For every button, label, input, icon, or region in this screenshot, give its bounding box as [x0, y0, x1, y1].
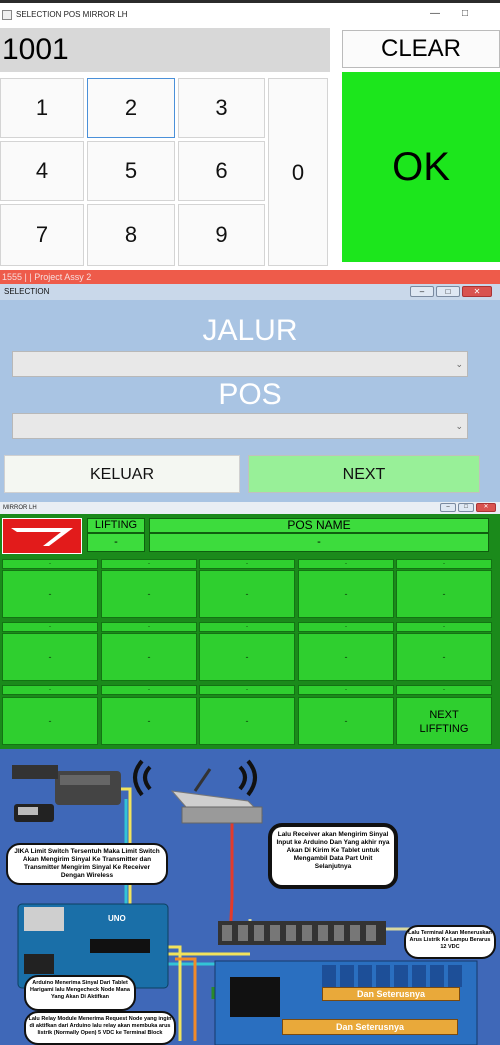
keypad-titlebar: SELECTION POS MIRROR LH — □: [0, 0, 500, 26]
pos-grid-cell[interactable]: -: [298, 697, 394, 745]
ok-button[interactable]: OK: [342, 72, 500, 262]
key-8[interactable]: 8: [87, 204, 175, 266]
grid-cell-label: -: [101, 685, 197, 695]
selection-window: 1555 | | Project Assy 2 SELECTION – □ ✕ …: [0, 270, 500, 502]
receiver-bubble: Lalu Receiver akan Mengirim Sinyal Input…: [272, 827, 394, 885]
brand-logo-icon: [11, 528, 73, 546]
terminal-block-icon: [218, 921, 386, 945]
jalur-label: JALUR: [202, 314, 298, 347]
arrow-band-bottom: Dan Seterusnya: [282, 1019, 458, 1035]
terminal-bubble: Lalu Terminal Akan Meneruskan Arus Listr…: [404, 925, 496, 959]
board-label: UNO: [108, 914, 126, 923]
grid-cell-label: -: [2, 559, 98, 569]
key-6[interactable]: 6: [178, 141, 265, 201]
pos-grid-cell[interactable]: -: [298, 570, 394, 618]
wiring-diagram: JIKA Limit Switch Tersentuh Maka Limit S…: [0, 749, 500, 1045]
key-2[interactable]: 2: [87, 78, 175, 138]
key-4[interactable]: 4: [0, 141, 84, 201]
grid-cell-label: -: [396, 685, 492, 695]
keluar-button[interactable]: KELUAR: [4, 455, 240, 493]
grid-cell-label: -: [199, 622, 295, 632]
pos-grid-cell[interactable]: -: [2, 633, 98, 681]
grid-cell-label: -: [101, 622, 197, 632]
mirror-window: MIRROR LH – □ ✕ LIFTING - POS NAME - ---…: [0, 502, 500, 749]
key-0[interactable]: 0: [268, 78, 328, 266]
pos-grid-cell[interactable]: -: [199, 570, 295, 618]
key-1[interactable]: 1: [0, 78, 84, 138]
pos-grid-cell[interactable]: -: [101, 570, 197, 618]
pos-dropdown[interactable]: ⌄: [12, 413, 468, 439]
grid-cell-label: -: [199, 559, 295, 569]
key-9[interactable]: 9: [178, 204, 265, 266]
pos-grid-cell[interactable]: -: [199, 697, 295, 745]
arrow-band-top: Dan Seterusnya: [322, 987, 460, 1001]
chevron-down-icon: ⌄: [455, 421, 463, 431]
window-title: SELECTION: [4, 287, 50, 296]
pos-grid-cell[interactable]: -: [101, 697, 197, 745]
posname-value: -: [149, 533, 489, 552]
pos-grid-cell[interactable]: -: [298, 633, 394, 681]
arduino-bubble: Arduino Menerima Sinyal Dari Tablet Hari…: [24, 975, 136, 1011]
grid-cell-label: -: [2, 622, 98, 632]
project-status-strip: 1555 | | Project Assy 2: [0, 270, 500, 284]
pos-grid-cell[interactable]: -: [199, 633, 295, 681]
number-display: 1001: [0, 28, 330, 72]
minimize-icon[interactable]: –: [410, 286, 434, 297]
receiver-bubble-frame: Lalu Receiver akan Mengirim Sinyal Input…: [268, 823, 398, 889]
limit-switch-icon: [12, 765, 121, 805]
grid-cell-label: -: [298, 622, 394, 632]
selection-titlebar: SELECTION – □ ✕: [0, 284, 500, 300]
next-lifting-button[interactable]: NEXT LIFFTING: [396, 697, 492, 745]
transmitter-icon: [14, 804, 54, 822]
pos-grid-cell[interactable]: -: [2, 570, 98, 618]
next-button[interactable]: NEXT: [248, 455, 480, 493]
pos-grid-cell[interactable]: -: [396, 570, 492, 618]
grid-cell-label: -: [298, 559, 394, 569]
grid-cell-label: -: [396, 559, 492, 569]
lifting-value: -: [87, 533, 145, 552]
minimize-icon[interactable]: —: [430, 8, 440, 19]
clear-button[interactable]: CLEAR: [342, 30, 500, 68]
minimize-icon[interactable]: –: [440, 503, 456, 512]
maximize-icon[interactable]: □: [436, 286, 460, 297]
window-title: SELECTION POS MIRROR LH: [16, 10, 128, 19]
app-icon: [2, 9, 12, 20]
lifting-header: LIFTING: [87, 518, 145, 533]
key-3[interactable]: 3: [178, 78, 265, 138]
posname-header: POS NAME: [149, 518, 489, 533]
key-5[interactable]: 5: [87, 141, 175, 201]
relay-bubble: Lalu Relay Module Menerima Request Node …: [24, 1011, 176, 1045]
daihatsu-logo-icon: [2, 518, 82, 554]
grid-cell-label: -: [199, 685, 295, 695]
grid-cell-label: -: [2, 685, 98, 695]
chevron-down-icon: ⌄: [455, 359, 463, 369]
key-7[interactable]: 7: [0, 204, 84, 266]
receiver-icon: [170, 768, 264, 824]
grid-cell-label: -: [101, 559, 197, 569]
grid-cell-label: -: [396, 622, 492, 632]
pos-grid-cell[interactable]: -: [396, 633, 492, 681]
close-icon[interactable]: ✕: [476, 503, 496, 512]
jalur-dropdown[interactable]: ⌄: [12, 351, 468, 377]
close-icon[interactable]: ✕: [462, 286, 492, 297]
maximize-icon[interactable]: □: [462, 8, 468, 19]
limit-switch-bubble: JIKA Limit Switch Tersentuh Maka Limit S…: [6, 843, 168, 885]
window-title: MIRROR LH: [3, 505, 37, 511]
pos-grid-cell[interactable]: -: [2, 697, 98, 745]
grid-cell-label: -: [298, 685, 394, 695]
maximize-icon[interactable]: □: [458, 503, 474, 512]
pos-grid-cell[interactable]: -: [101, 633, 197, 681]
keypad-window: SELECTION POS MIRROR LH — □ 1001 CLEAR O…: [0, 0, 500, 270]
pos-label: POS: [218, 378, 282, 411]
mirror-titlebar: MIRROR LH – □ ✕: [0, 502, 500, 514]
